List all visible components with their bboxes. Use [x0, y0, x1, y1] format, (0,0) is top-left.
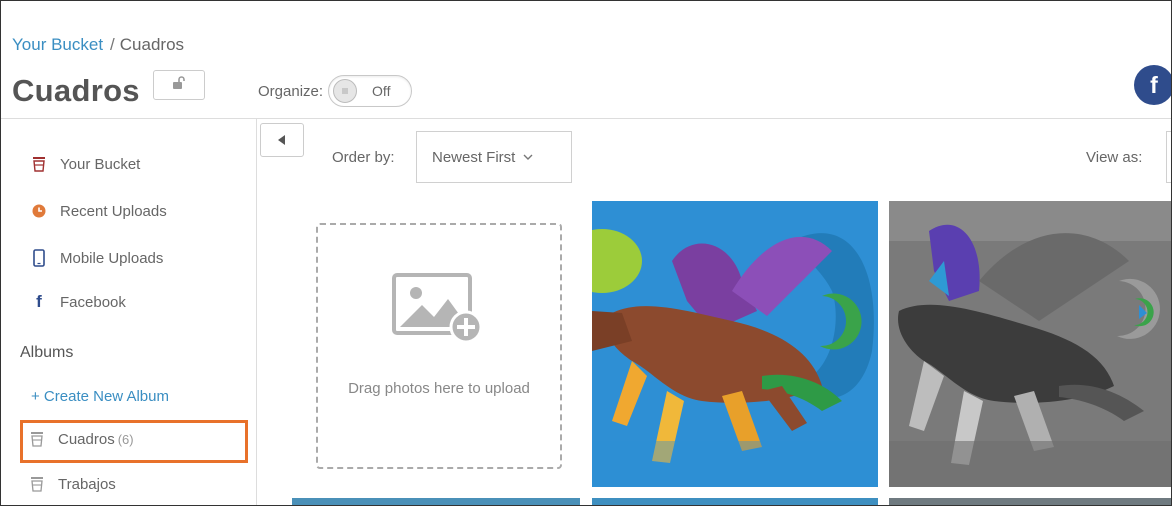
sidebar: Your Bucket Recent Uploads Mobile Upload…: [1, 119, 257, 505]
sidebar-item-label: Facebook: [60, 293, 126, 311]
unlock-icon: [172, 75, 186, 95]
sidebar-item-label: Mobile Uploads: [60, 249, 164, 267]
toggle-knob[interactable]: [333, 79, 358, 103]
collapse-sidebar-button[interactable]: [260, 123, 304, 157]
facebook-icon: f: [36, 292, 42, 311]
add-photo-icon: [392, 273, 486, 348]
sidebar-item-your-bucket[interactable]: Your Bucket: [30, 155, 140, 173]
album-label: Trabajos: [58, 475, 116, 493]
facebook-share-button[interactable]: f: [1134, 65, 1171, 105]
organize-toggle[interactable]: Off: [328, 75, 413, 107]
album-icon: [28, 475, 46, 493]
album-icon: [28, 430, 46, 448]
view-as-select[interactable]: [1166, 131, 1171, 183]
organize-label: Organize:: [258, 82, 324, 100]
albums-heading: Albums: [20, 344, 74, 361]
dropzone-text: Drag photos here to upload: [348, 380, 530, 397]
upload-dropzone[interactable]: Drag photos here to upload: [316, 223, 562, 469]
album-label: Cuadros: [58, 430, 115, 448]
phone-icon: [30, 249, 48, 267]
create-album-link[interactable]: + Create New Album: [31, 388, 169, 405]
order-by-select[interactable]: Newest First: [416, 131, 572, 183]
album-count: (6): [117, 431, 134, 447]
sidebar-item-recent-uploads[interactable]: Recent Uploads: [30, 202, 167, 220]
painting-grayscale-image: [889, 201, 1171, 487]
bucket-icon: [30, 155, 48, 173]
order-by-value: Newest First: [432, 148, 516, 166]
photo-thumbnail[interactable]: [292, 498, 580, 505]
facebook-icon: f: [1150, 71, 1158, 98]
breadcrumb-current: Cuadros: [119, 35, 185, 54]
organize-state: Off: [372, 83, 391, 99]
organize-control: Organize: Off: [258, 75, 413, 107]
photo-thumbnail[interactable]: [889, 498, 1171, 505]
breadcrumb-root-link[interactable]: Your Bucket: [12, 35, 103, 54]
photo-thumbnail[interactable]: [592, 498, 878, 505]
sidebar-album-cuadros[interactable]: Cuadros (6): [28, 430, 134, 448]
sidebar-item-label: Your Bucket: [60, 155, 141, 173]
breadcrumb-separator: /: [110, 35, 115, 54]
sidebar-item-label: Recent Uploads: [60, 202, 167, 220]
order-by-label: Order by:: [332, 149, 395, 166]
painting-image: [592, 201, 878, 487]
view-as-label: View as:: [1086, 149, 1143, 166]
chevron-down-icon: [523, 154, 533, 160]
sidebar-item-mobile-uploads[interactable]: Mobile Uploads: [30, 249, 163, 267]
photo-thumbnail[interactable]: [889, 201, 1171, 487]
clock-icon: [30, 202, 48, 220]
breadcrumb: Your Bucket / Cuadros: [12, 35, 184, 55]
page-title: Cuadros: [12, 73, 140, 108]
grip-icon: [342, 88, 348, 94]
app-window: Your Bucket / Cuadros Cuadros Organize: Of…: [0, 0, 1172, 506]
photo-thumbnail[interactable]: [592, 201, 878, 487]
caret-left-icon: [278, 135, 285, 145]
album-privacy-button[interactable]: [153, 70, 205, 100]
sidebar-item-facebook[interactable]: f Facebook: [30, 292, 126, 311]
sidebar-album-trabajos[interactable]: Trabajos: [28, 475, 116, 493]
